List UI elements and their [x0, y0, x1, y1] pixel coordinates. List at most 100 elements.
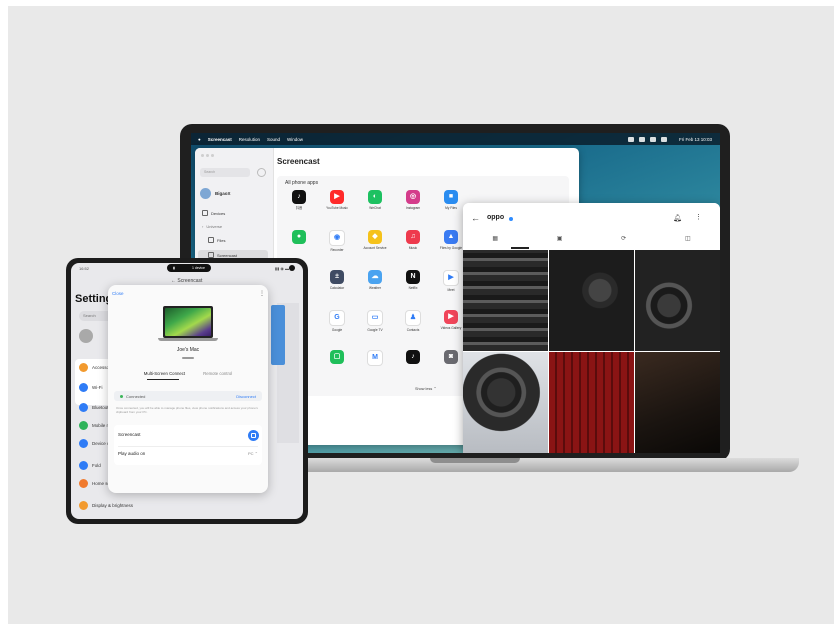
app-tile[interactable]: ●: [281, 230, 317, 246]
app-icon: ±: [330, 270, 344, 284]
menu-sound[interactable]: Sound: [267, 137, 280, 142]
app-tile[interactable]: ◎ Instagram: [395, 190, 431, 210]
camera-hole: [289, 265, 295, 271]
screencast-toggle[interactable]: [248, 430, 259, 441]
close-dot[interactable]: [201, 154, 204, 157]
app-tile[interactable]: G Google: [319, 310, 355, 332]
app-label: WeChat: [369, 206, 381, 210]
app-tile[interactable]: ◉ Recorder: [319, 230, 355, 252]
screen-header-label: Screencast: [177, 278, 203, 284]
photo-thumbnail[interactable]: [635, 250, 720, 351]
settings-row-wifi[interactable]: Wi-Fi: [79, 383, 103, 392]
more-icon[interactable]: ⋮: [695, 213, 702, 221]
app-icon: ▢: [330, 350, 344, 364]
status-icon[interactable]: [638, 136, 645, 142]
album-tab-icon[interactable]: ◫: [685, 235, 691, 247]
app-tile[interactable]: ♟ Contacts: [395, 310, 431, 332]
phone-icon: ▮: [173, 266, 175, 270]
app-icon: ♫: [406, 230, 420, 244]
menu-resolution[interactable]: Resolution: [239, 137, 260, 142]
app-tile[interactable]: ▶ YouTube Music: [319, 190, 355, 210]
sidebar-item-devices[interactable]: Devices: [202, 210, 225, 216]
photo-thumbnail[interactable]: [549, 250, 634, 351]
sidebar-user[interactable]: BigaoX: [200, 188, 231, 199]
avatar[interactable]: [79, 329, 93, 343]
play-audio-select[interactable]: PC ⌃: [248, 451, 258, 456]
grid-tab-icon[interactable]: ▦: [492, 235, 498, 247]
calendar-tab-icon[interactable]: ▣: [557, 235, 563, 247]
app-icon: ☁: [368, 270, 382, 284]
sidebar-search[interactable]: Search: [200, 168, 250, 177]
bluetooth-icon: [79, 403, 88, 412]
min-dot[interactable]: [206, 154, 209, 157]
dialog-tabs: Multi-Screen Connect Remote control: [108, 371, 268, 376]
close-button[interactable]: Close: [112, 291, 124, 296]
back-arrow-icon[interactable]: ←: [471, 213, 480, 223]
app-icon: ♪: [406, 350, 420, 364]
sidebar-item-universe[interactable]: › Universe: [202, 224, 222, 229]
laptop-icon: [163, 306, 213, 338]
app-icon: ▶: [443, 270, 459, 286]
accessories-icon: [79, 363, 88, 372]
wifi-icon[interactable]: [660, 136, 667, 142]
app-tile[interactable]: ♫ Music: [395, 230, 431, 250]
avatar: [200, 188, 211, 199]
tab-multi-screen[interactable]: Multi-Screen Connect: [144, 371, 185, 376]
home-icon: [79, 479, 88, 488]
user-name: BigaoX: [215, 191, 231, 196]
menubar: ● Screencast Resolution Sound Window Fri…: [191, 133, 720, 145]
settings-row-fold[interactable]: Fold: [79, 461, 101, 470]
sync-tab-icon[interactable]: ⟳: [621, 235, 626, 247]
status-time: 16:52: [79, 266, 90, 271]
options-list: Screencast Play audio on PC ⌃: [114, 425, 262, 465]
app-icon: ▭: [367, 310, 383, 326]
app-tile[interactable]: ▭ Google TV: [357, 310, 393, 332]
device-name: Joe's Mac: [176, 347, 200, 353]
app-tile[interactable]: ◆ Account Service: [357, 230, 393, 250]
app-label: Account Service: [363, 246, 387, 250]
laptop-base-icon: [158, 338, 218, 341]
dynamic-pill[interactable]: ▮ 1 device: [167, 264, 211, 272]
app-tile[interactable]: N Netflix: [395, 270, 431, 290]
app-icon: ◎: [406, 190, 420, 204]
app-label: Netflix: [408, 286, 418, 290]
status-icon[interactable]: [627, 136, 634, 142]
status-icons: ▮▮ ◉ ▬: [274, 266, 289, 271]
bell-icon[interactable]: 🔔︎: [673, 214, 682, 222]
window-controls: [201, 154, 214, 157]
tab-remote-control[interactable]: Remote control: [203, 371, 232, 376]
back-arrow-icon[interactable]: ←: [171, 278, 176, 284]
play-audio-option[interactable]: Play audio on: [118, 451, 145, 456]
photo-thumbnail[interactable]: [549, 352, 634, 453]
photo-thumbnail[interactable]: [463, 250, 548, 351]
brightness-icon: [79, 501, 88, 510]
connected-label: Connected: [120, 394, 145, 399]
app-tile[interactable]: ▢: [319, 350, 355, 366]
app-tile[interactable]: ♪: [395, 350, 431, 366]
sidebar-label: Screencast: [217, 252, 238, 258]
screencast-option[interactable]: Screencast: [118, 432, 141, 437]
app-label: Instagram: [405, 206, 421, 210]
status-icon[interactable]: [649, 136, 656, 142]
app-icon: ♟: [405, 310, 421, 326]
photo-thumbnail[interactable]: [463, 352, 548, 453]
app-tile[interactable]: ◐ WeChat: [357, 190, 393, 210]
sidebar-item-files[interactable]: Files: [208, 237, 225, 243]
zoom-dot[interactable]: [211, 154, 214, 157]
menu-window[interactable]: Window: [287, 137, 303, 142]
menubar-app[interactable]: Screencast: [208, 137, 232, 142]
app-tile[interactable]: ♪ 抖音: [281, 190, 317, 210]
settings-row-bluetooth[interactable]: Bluetooth: [79, 403, 111, 412]
more-icon[interactable]: ⋮: [259, 290, 265, 297]
gear-icon[interactable]: [257, 168, 266, 177]
album-title: oppo: [487, 214, 505, 221]
app-tile[interactable]: ± Calculator: [319, 270, 355, 290]
app-label: Music: [408, 246, 418, 250]
settings-row-display[interactable]: Display & brightness: [79, 501, 133, 510]
show-less-button[interactable]: Show less ⌃: [415, 386, 437, 391]
apple-icon[interactable]: ●: [198, 137, 201, 142]
app-tile[interactable]: M: [357, 350, 393, 368]
photo-thumbnail[interactable]: [635, 352, 720, 453]
disconnect-button[interactable]: Disconnect: [236, 394, 256, 399]
app-tile[interactable]: ☁ Weather: [357, 270, 393, 290]
